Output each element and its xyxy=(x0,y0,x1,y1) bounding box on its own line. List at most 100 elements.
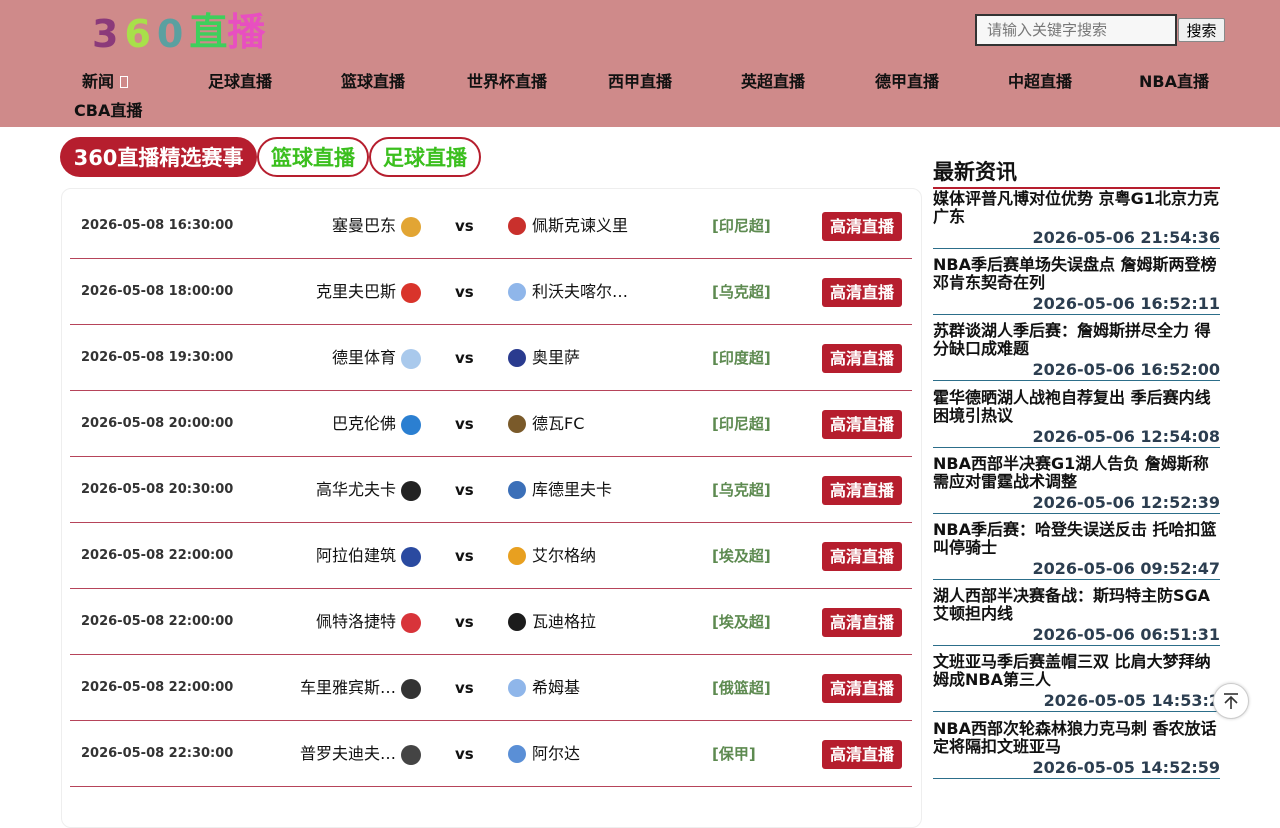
nav-item-football[interactable]: 足球直播 xyxy=(208,68,272,92)
news-item[interactable]: 霍华德晒湖人战袍自荐复出 季后赛内线困境引热议 2026-05-06 12:54:… xyxy=(933,389,1220,448)
news-date: 2026-05-06 06:51:31 xyxy=(933,626,1220,646)
vs-label: vs xyxy=(455,481,474,499)
home-team-name[interactable]: 佩特洛捷特 xyxy=(316,589,396,655)
search-button[interactable]: 搜索 xyxy=(1178,18,1225,42)
match-time: 2026-05-08 20:00:00 xyxy=(81,416,234,431)
news-headline[interactable]: 湖人西部半决赛备战：斯玛特主防SGA 艾顿担内线 xyxy=(933,587,1220,623)
home-team-name[interactable]: 克里夫巴斯 xyxy=(316,259,396,325)
news-headline[interactable]: 媒体评普凡博对位优势 京粤G1北京力克广东 xyxy=(933,190,1220,226)
home-team-name[interactable]: 车里雅宾斯… xyxy=(300,655,396,721)
away-team-name[interactable]: 奥里萨 xyxy=(532,325,580,391)
away-team-name[interactable]: 利沃夫喀尔… xyxy=(532,259,628,325)
news-headline[interactable]: 文班亚马季后赛盖帽三双 比肩大梦拜纳姆成NBA第三人 xyxy=(933,653,1220,689)
league-label[interactable]: [印尼超] xyxy=(712,193,771,259)
home-team-name[interactable]: 塞曼巴东 xyxy=(332,193,396,259)
news-headline[interactable]: NBA季后赛单场失误盘点 詹姆斯两登榜邓肯东契奇在列 xyxy=(933,256,1220,292)
home-team-name[interactable]: 德里体育 xyxy=(332,325,396,391)
vs-label: vs xyxy=(455,283,474,301)
hd-live-button[interactable]: 高清直播 xyxy=(822,542,902,571)
search-input[interactable] xyxy=(975,14,1177,46)
nav-item-bundesliga[interactable]: 德甲直播 xyxy=(875,68,939,92)
home-team-logo-icon xyxy=(401,481,421,501)
away-team-name[interactable]: 瓦迪格拉 xyxy=(532,589,596,655)
away-team-logo-icon xyxy=(508,481,526,499)
hd-live-button[interactable]: 高清直播 xyxy=(822,740,902,769)
hd-live-button[interactable]: 高清直播 xyxy=(822,212,902,241)
tab-basketball[interactable]: 篮球直播 xyxy=(257,137,369,177)
match-row: 2026-05-08 19:30:00 德里体育 vs 奥里萨 [印度超] 高清直播 xyxy=(70,325,912,391)
league-label[interactable]: [印尼超] xyxy=(712,391,771,457)
site-header: 3 6 0 直 播 搜索 新闻 足球直播 篮球直播 世界杯直播 西甲直播 英超直… xyxy=(0,0,1280,127)
news-item[interactable]: 文班亚马季后赛盖帽三双 比肩大梦拜纳姆成NBA第三人 2026-05-05 14:… xyxy=(933,653,1220,712)
away-team-logo-icon xyxy=(508,613,526,631)
away-team-name[interactable]: 德瓦FC xyxy=(532,391,584,457)
news-item[interactable]: NBA季后赛单场失误盘点 詹姆斯两登榜邓肯东契奇在列 2026-05-06 16:… xyxy=(933,256,1220,315)
nav-item-worldcup[interactable]: 世界杯直播 xyxy=(467,68,547,92)
home-team-logo-icon xyxy=(401,679,421,699)
hd-live-button[interactable]: 高清直播 xyxy=(822,608,902,637)
league-label[interactable]: [埃及超] xyxy=(712,589,771,655)
missing-glyph-icon xyxy=(120,76,129,88)
news-item[interactable]: NBA西部半决赛G1湖人告负 詹姆斯称需应对雷霆战术调整 2026-05-06 1… xyxy=(933,455,1220,514)
match-time: 2026-05-08 22:00:00 xyxy=(81,614,234,629)
news-headline[interactable]: NBA季后赛：哈登失误送反击 托哈扣篮叫停骑士 xyxy=(933,521,1220,557)
news-headline[interactable]: NBA西部半决赛G1湖人告负 詹姆斯称需应对雷霆战术调整 xyxy=(933,455,1220,491)
match-row: 2026-05-08 20:30:00 高华尤夫卡 vs 库德里夫卡 [乌克超] 高清直播 xyxy=(70,457,912,523)
news-item[interactable]: 媒体评普凡博对位优势 京粤G1北京力克广东 2026-05-06 21:54:36 xyxy=(933,190,1220,249)
news-date: 2026-05-06 12:54:08 xyxy=(933,428,1220,448)
news-headline[interactable]: 苏群谈湖人季后赛：詹姆斯拼尽全力 得分缺口成难题 xyxy=(933,322,1220,358)
nav-item-cba[interactable]: CBA直播 xyxy=(74,97,142,121)
away-team-logo-icon xyxy=(508,349,526,367)
news-item[interactable]: 苏群谈湖人季后赛：詹姆斯拼尽全力 得分缺口成难题 2026-05-06 16:52… xyxy=(933,322,1220,381)
nav-item-laliga[interactable]: 西甲直播 xyxy=(608,68,672,92)
arrow-up-icon xyxy=(1224,693,1238,709)
home-team-logo-icon xyxy=(401,415,421,435)
home-team-name[interactable]: 阿拉伯建筑 xyxy=(316,523,396,589)
away-team-name[interactable]: 库德里夫卡 xyxy=(532,457,612,523)
news-date: 2026-05-05 14:53:2 xyxy=(933,692,1220,712)
hd-live-button[interactable]: 高清直播 xyxy=(822,410,902,439)
hd-live-button[interactable]: 高清直播 xyxy=(822,674,902,703)
match-row: 2026-05-08 22:00:00 佩特洛捷特 vs 瓦迪格拉 [埃及超] 高清直播 xyxy=(70,589,912,655)
hd-live-button[interactable]: 高清直播 xyxy=(822,278,902,307)
home-team-logo-icon xyxy=(401,613,421,633)
hd-live-button[interactable]: 高清直播 xyxy=(822,344,902,373)
nav-item-basketball[interactable]: 篮球直播 xyxy=(341,68,405,92)
back-to-top-button[interactable] xyxy=(1213,683,1249,719)
logo-char: 播 xyxy=(227,10,266,54)
news-item[interactable]: NBA季后赛：哈登失误送反击 托哈扣篮叫停骑士 2026-05-06 09:52:… xyxy=(933,521,1220,580)
league-label[interactable]: [乌克超] xyxy=(712,259,771,325)
logo-char: 6 xyxy=(124,12,157,56)
league-label[interactable]: [俄篮超] xyxy=(712,655,771,721)
away-team-name[interactable]: 阿尔达 xyxy=(532,721,580,787)
site-logo[interactable]: 3 6 0 直 播 xyxy=(92,8,265,56)
league-label[interactable]: [埃及超] xyxy=(712,523,771,589)
home-team-name[interactable]: 巴克伦佛 xyxy=(332,391,396,457)
vs-label: vs xyxy=(455,217,474,235)
league-label[interactable]: [印度超] xyxy=(712,325,771,391)
match-row: 2026-05-08 22:00:00 阿拉伯建筑 vs 艾尔格纳 [埃及超] 高清直播 xyxy=(70,523,912,589)
match-row: 2026-05-08 22:30:00 普罗夫迪夫… vs 阿尔达 [保甲] 高清直播 xyxy=(70,721,912,787)
nav-item-news[interactable]: 新闻 xyxy=(82,68,129,92)
tab-featured[interactable]: 360直播精选赛事 xyxy=(60,137,257,177)
news-item[interactable]: NBA西部次轮森林狼力克马刺 香农放话定将隔扣文班亚马 2026-05-05 14… xyxy=(933,720,1220,779)
match-row: 2026-05-08 18:00:00 克里夫巴斯 vs 利沃夫喀尔… [乌克超] 高清直… xyxy=(70,259,912,325)
home-team-name[interactable]: 普罗夫迪夫… xyxy=(300,721,396,787)
league-label[interactable]: [乌克超] xyxy=(712,457,771,523)
away-team-name[interactable]: 佩斯克谏义里 xyxy=(532,193,628,259)
home-team-name[interactable]: 高华尤夫卡 xyxy=(316,457,396,523)
away-team-name[interactable]: 艾尔格纳 xyxy=(532,523,596,589)
away-team-name[interactable]: 希姆基 xyxy=(532,655,580,721)
home-team-logo-icon xyxy=(401,547,421,567)
nav-item-csl[interactable]: 中超直播 xyxy=(1008,68,1072,92)
news-headline[interactable]: NBA西部次轮森林狼力克马刺 香农放话定将隔扣文班亚马 xyxy=(933,720,1220,756)
nav-item-epl[interactable]: 英超直播 xyxy=(741,68,805,92)
match-time: 2026-05-08 16:30:00 xyxy=(81,218,234,233)
nav-item-nba[interactable]: NBA直播 xyxy=(1139,68,1209,92)
match-row: 2026-05-08 20:00:00 巴克伦佛 vs 德瓦FC [印尼超] 高清直播 xyxy=(70,391,912,457)
hd-live-button[interactable]: 高清直播 xyxy=(822,476,902,505)
tab-football[interactable]: 足球直播 xyxy=(369,137,481,177)
news-headline[interactable]: 霍华德晒湖人战袍自荐复出 季后赛内线困境引热议 xyxy=(933,389,1220,425)
news-item[interactable]: 湖人西部半决赛备战：斯玛特主防SGA 艾顿担内线 2026-05-06 06:51… xyxy=(933,587,1220,646)
league-label[interactable]: [保甲] xyxy=(712,721,756,787)
